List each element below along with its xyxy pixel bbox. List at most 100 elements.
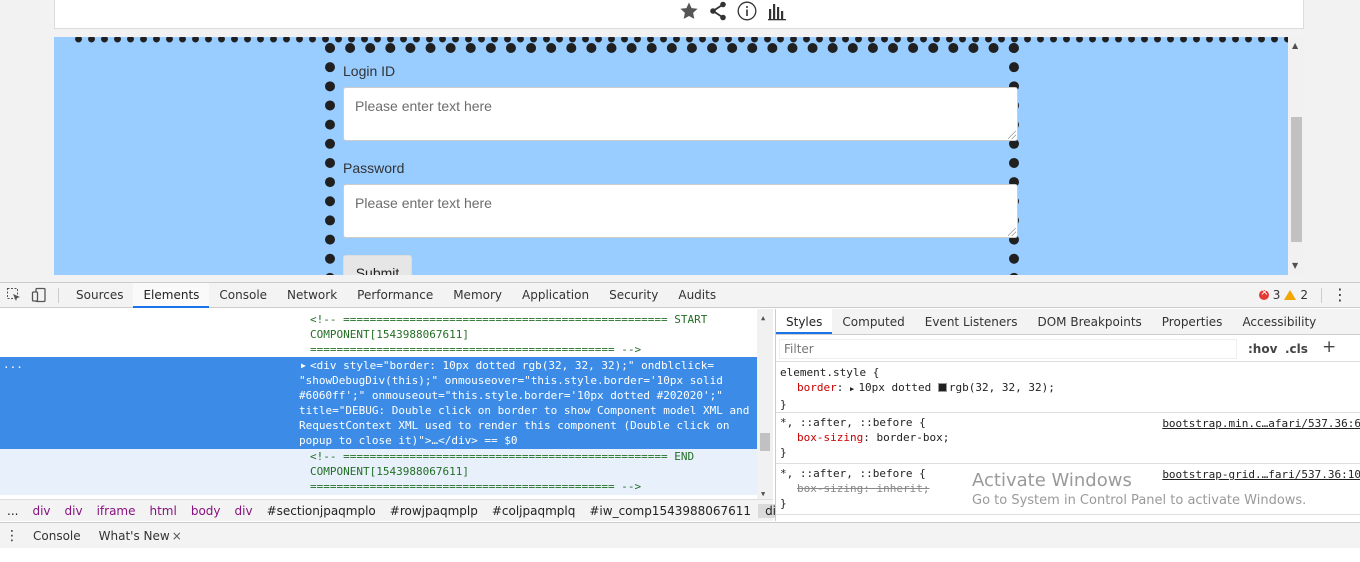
tab-memory[interactable]: Memory [443,283,512,308]
elements-scrollbar-thumb[interactable] [760,433,770,451]
selected-dom-node[interactable]: ... ▶ <div style="border: 10px dotted rg… [0,357,757,449]
breadcrumb-item[interactable]: div [228,504,260,518]
styles-pane: Styles Computed Event Listeners DOM Brea… [775,309,1360,521]
elements-scrollbar[interactable]: ▲ ▼ [757,309,773,499]
tab-event-listeners[interactable]: Event Listeners [915,309,1028,334]
share-icon[interactable] [709,1,727,21]
console-status[interactable]: 3 2 [1258,287,1308,302]
color-swatch-icon[interactable] [937,383,947,392]
rule-declaration[interactable]: box-sizing: border-box; [780,430,1360,445]
top-icon-bar [679,0,787,22]
start-comment-node[interactable]: <!-- ===================================… [0,312,757,357]
breadcrumb-item[interactable]: html [143,504,184,518]
ellipsis-icon[interactable]: ... [3,357,23,372]
toolbar-divider [58,288,59,303]
devtools-drawer: ⋮ Console What's New × [0,522,1360,548]
elements-panel: <!-- ===================================… [0,309,773,499]
cls-toggle[interactable]: .cls [1285,342,1308,356]
star-icon[interactable] [679,1,699,21]
debug-component-border[interactable]: Login ID Please enter text here Password… [325,43,1019,275]
scroll-down-icon[interactable]: ▼ [761,487,765,499]
tab-elements[interactable]: Elements [133,283,210,308]
breadcrumb-item[interactable]: #iw_comp1543988067611 [582,504,758,518]
scroll-up-icon[interactable]: ▲ [761,311,765,326]
tab-application[interactable]: Application [512,283,599,308]
rule-color-value: rgb(32, 32, 32); [948,381,1055,394]
tab-sources[interactable]: Sources [66,283,133,308]
tab-computed[interactable]: Computed [832,309,914,334]
login-id-label: Login ID [343,63,396,79]
page-scrollbar[interactable]: ▲ ▼ [1289,37,1304,275]
component-area: Login ID Please enter text here Password… [54,37,1288,275]
rule-property: border [797,381,837,394]
rule-value: inherit; [876,482,930,495]
inspect-element-icon[interactable] [6,287,22,303]
breadcrumb-item[interactable]: #sectionjpaqmplo [260,504,383,518]
login-id-input[interactable]: Please enter text here [343,87,1018,141]
rule-close: } [780,398,787,411]
password-placeholder: Please enter text here [355,195,492,211]
drawer-tab-console[interactable]: Console [24,529,90,543]
new-rule-icon[interactable]: + [1322,337,1336,357]
bar-chart-icon[interactable] [767,1,787,21]
submit-button[interactable]: Submit [343,255,412,275]
rule-declaration[interactable]: border: ▶ 10px dotted rgb(32, 32, 32); [780,380,1360,397]
password-input[interactable]: Please enter text here [343,184,1018,238]
rule-property: box-sizing [797,482,864,495]
device-toolbar-icon[interactable] [31,287,47,303]
scroll-down-icon[interactable]: ▼ [1292,261,1298,270]
tab-network[interactable]: Network [277,283,347,308]
style-rule-element: element.style { border: ▶ 10px dotted rg… [776,364,1360,413]
tab-console[interactable]: Console [209,283,277,308]
breadcrumb: ... div div iframe html body div #sectio… [0,499,791,521]
drawer-menu-icon[interactable]: ⋮ [0,528,24,544]
page-scrollbar-thumb[interactable] [1291,117,1302,242]
breadcrumb-item[interactable]: #rowjpaqmplp [383,504,485,518]
hov-toggle[interactable]: :hov [1248,342,1277,356]
tab-accessibility[interactable]: Accessibility [1232,309,1326,334]
filter-row: Filter :hov .cls + [776,336,1360,362]
tab-performance[interactable]: Performance [347,283,443,308]
bottom-strip [0,548,1360,562]
styles-filter-input[interactable]: Filter [779,339,1237,359]
breadcrumb-item[interactable]: div [25,504,57,518]
warning-icon [1284,290,1297,300]
toolbar-divider [1321,288,1322,303]
tab-security[interactable]: Security [599,283,668,308]
breadcrumb-item[interactable]: body [184,504,228,518]
tab-properties[interactable]: Properties [1152,309,1233,334]
breadcrumb-item[interactable]: div [58,504,90,518]
close-icon[interactable]: × [172,529,182,543]
devtools-menu-icon[interactable]: ⋮ [1332,284,1348,306]
breadcrumb-item[interactable]: #coljpaqmplq [485,504,583,518]
resize-grip-icon[interactable] [1008,131,1016,139]
resize-grip-icon[interactable] [1008,228,1016,236]
rule-value: 10px dotted [858,381,938,394]
drawer-tab-whats-new[interactable]: What's New [90,529,172,543]
tab-styles[interactable]: Styles [776,309,833,334]
error-icon [1258,287,1269,300]
devtools-toolbar: Sources Elements Console Network Perform… [0,282,1360,308]
tab-dom-breakpoints[interactable]: DOM Breakpoints [1027,309,1151,334]
style-rule-bootstrap: *, ::after, ::before { bootstrap.min.c…a… [776,414,1360,464]
breadcrumb-more[interactable]: ... [0,504,25,518]
breadcrumb-item[interactable]: iframe [90,504,143,518]
devtools-tabs: Sources Elements Console Network Perform… [66,283,726,308]
rule-property: box-sizing [797,431,864,444]
rule-value: border-box; [876,431,950,444]
info-icon[interactable] [737,1,757,21]
watermark-title: Activate Windows [972,470,1132,491]
password-label: Password [343,160,405,176]
tab-audits[interactable]: Audits [668,283,726,308]
watermark-subtitle: Go to System in Control Panel to activat… [972,493,1307,508]
rule-close: } [780,446,787,459]
rule-selector[interactable]: element.style { [780,365,1360,380]
page-viewport: Login ID Please enter text here Password… [0,0,1360,282]
scroll-up-icon[interactable]: ▲ [1292,41,1298,50]
styles-tabs: Styles Computed Event Listeners DOM Brea… [776,309,1360,335]
login-id-placeholder: Please enter text here [355,98,492,114]
activation-watermark: Activate Windows Go to System in Control… [972,470,1306,510]
warning-count: 2 [1300,288,1308,302]
end-comment-node[interactable]: <!-- ===================================… [0,449,757,495]
rule-source-link[interactable]: bootstrap.min.c…afari/537.36:6 [1162,416,1360,431]
